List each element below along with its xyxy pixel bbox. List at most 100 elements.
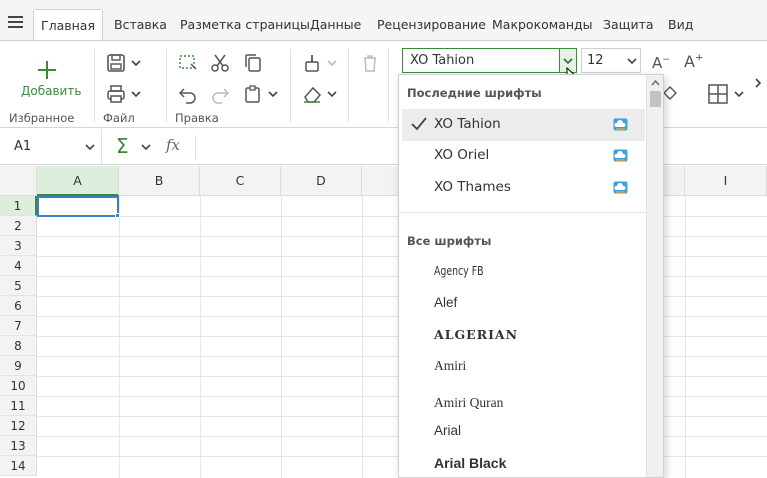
font-option[interactable]: Alef (402, 288, 645, 320)
chevron-down-icon[interactable] (734, 89, 744, 99)
row-header[interactable]: 7 (0, 316, 37, 336)
font-option-label: Alef (434, 295, 458, 310)
tab-macros[interactable]: Макрокоманды (492, 9, 593, 40)
font-option-label: Amiri (434, 358, 467, 373)
cut-icon[interactable] (210, 53, 230, 73)
tab-protection[interactable]: Защита (603, 9, 654, 40)
font-increase-icon[interactable]: A+ (684, 52, 703, 71)
row-header[interactable]: 10 (0, 376, 37, 396)
chevron-down-icon[interactable] (131, 89, 141, 99)
print-icon[interactable] (106, 84, 126, 104)
row-header[interactable]: 2 (0, 216, 37, 236)
font-option[interactable]: Agency FB (402, 257, 645, 289)
gridline (362, 196, 363, 478)
undo-icon[interactable] (178, 84, 198, 104)
dropdown-scrollbar[interactable] (646, 75, 663, 477)
trash-icon[interactable] (360, 53, 380, 73)
font-option-label: ALGERIAN (434, 327, 519, 342)
column-header[interactable]: C (200, 166, 281, 196)
redo-icon[interactable] (210, 84, 230, 104)
tab-insert[interactable]: Вставка (114, 9, 167, 40)
cloud-font-icon (613, 149, 628, 162)
eraser-icon[interactable] (302, 84, 322, 104)
row-header[interactable]: 11 (0, 396, 37, 416)
row-header[interactable]: 9 (0, 356, 37, 376)
tab-data[interactable]: Данные (310, 9, 361, 40)
font-name-combo[interactable]: XO Tahion (402, 48, 577, 73)
font-option-label: Arial Black (434, 455, 507, 471)
group-label-favorites: Избранное (9, 111, 75, 125)
name-box[interactable]: A1 (0, 129, 102, 164)
gridline (200, 196, 201, 478)
all-fonts-header: Все шрифты (407, 234, 492, 248)
row-header[interactable]: 14 (0, 456, 37, 476)
font-name-value: XO Tahion (410, 53, 475, 68)
copy-icon[interactable] (243, 53, 263, 73)
chevron-down-icon[interactable] (327, 89, 337, 99)
font-option[interactable]: Arial (402, 416, 645, 448)
font-option[interactable]: XO Oriel (402, 140, 645, 172)
font-dropdown-list[interactable]: Последние шрифты XO Tahion XO Oriel XO T… (398, 74, 664, 478)
cloud-font-icon (613, 181, 628, 194)
chevron-down-icon[interactable] (627, 56, 637, 66)
chevron-down-icon[interactable] (141, 142, 151, 152)
checkmark-icon (411, 117, 427, 131)
font-option[interactable]: XO Tahion (402, 109, 645, 141)
chevron-up-icon[interactable] (651, 79, 660, 86)
row-header[interactable]: 1 (0, 196, 37, 216)
column-header[interactable]: B (119, 166, 200, 196)
font-option-label: XO Oriel (434, 147, 490, 163)
row-header[interactable]: 5 (0, 276, 37, 296)
fx-icon[interactable]: fx (166, 136, 180, 154)
save-icon[interactable] (106, 53, 126, 73)
column-header[interactable]: D (281, 166, 362, 196)
plus-icon[interactable] (36, 59, 58, 81)
font-size-combo[interactable]: 12 (581, 48, 641, 73)
scrollbar-thumb[interactable] (650, 91, 661, 107)
tab-page-layout[interactable]: Разметка страницы (180, 9, 310, 40)
font-option[interactable]: Amiri (402, 351, 645, 383)
column-header[interactable]: I (685, 166, 767, 196)
menu-icon[interactable] (8, 16, 23, 28)
font-decrease-icon[interactable]: A− (652, 54, 670, 72)
row-header[interactable]: 3 (0, 236, 37, 256)
chevron-down-icon[interactable] (268, 89, 278, 99)
fill-handle[interactable] (115, 213, 120, 218)
format-painter-icon[interactable] (302, 53, 322, 73)
tab-home[interactable]: Главная (33, 9, 103, 40)
corner-cell[interactable] (0, 166, 37, 196)
font-option[interactable]: XO Thames (402, 172, 645, 204)
chevron-down-icon[interactable] (327, 58, 337, 68)
divider (348, 49, 349, 123)
chevron-right-icon[interactable] (753, 78, 763, 88)
gridline (685, 196, 686, 478)
column-header[interactable]: A (37, 166, 119, 196)
tab-view[interactable]: Вид (668, 9, 693, 40)
chevron-down-icon[interactable] (85, 142, 95, 152)
row-header[interactable]: 8 (0, 336, 37, 356)
font-size-value: 12 (587, 53, 604, 68)
borders-icon[interactable] (708, 84, 728, 104)
sigma-icon[interactable]: Σ (116, 134, 129, 158)
ribbon-tabs: Главная Вставка Разметка страницы Данные… (0, 0, 767, 40)
font-option[interactable]: Arial Black (402, 448, 645, 477)
divider (195, 135, 196, 159)
divider (166, 49, 167, 123)
row-header[interactable]: 12 (0, 416, 37, 436)
row-header[interactable]: 4 (0, 256, 37, 276)
add-button[interactable]: Добавить (21, 84, 81, 98)
select-area-icon[interactable] (178, 53, 198, 73)
spreadsheet-app: Главная Вставка Разметка страницы Данные… (0, 0, 767, 478)
tab-review[interactable]: Рецензирование (377, 9, 486, 40)
active-cell[interactable] (37, 196, 119, 217)
row-header[interactable]: 6 (0, 296, 37, 316)
chevron-down-icon[interactable] (131, 58, 141, 68)
gridline (119, 196, 120, 478)
paste-icon[interactable] (243, 84, 263, 104)
font-option[interactable]: ALGERIAN (402, 320, 645, 352)
divider (290, 49, 291, 123)
chevron-down-icon (563, 58, 573, 65)
font-option-label: Amiri Quran (434, 395, 504, 410)
font-option-label: XO Thames (434, 179, 511, 195)
row-header[interactable]: 13 (0, 436, 37, 456)
